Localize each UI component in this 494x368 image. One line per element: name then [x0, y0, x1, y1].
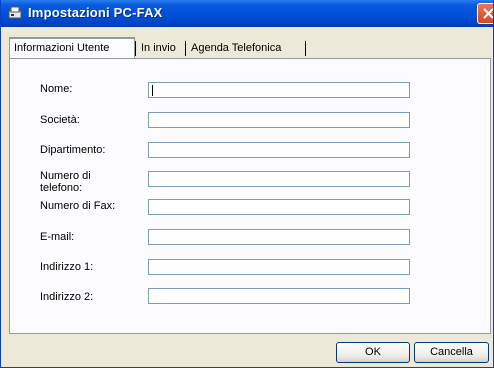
- numero-fax-field[interactable]: [148, 199, 410, 215]
- numero-telefono-field[interactable]: [148, 171, 410, 187]
- indirizzo2-label: Indirizzo 2:: [40, 291, 94, 303]
- dipartimento-label: Dipartimento:: [40, 144, 106, 156]
- text-caret: [152, 85, 153, 96]
- societa-field[interactable]: [148, 112, 410, 128]
- close-button[interactable]: [477, 3, 493, 24]
- tab-agenda-telefonica[interactable]: Agenda Telefonica: [187, 39, 305, 58]
- close-icon: [483, 8, 493, 19]
- dipartimento-field[interactable]: [148, 142, 410, 158]
- email-label: E-mail:: [40, 231, 75, 243]
- tab-label: Agenda Telefonica: [191, 42, 282, 54]
- tab-panel: Nome: Società: Dipartimento: Numero di t…: [9, 58, 491, 334]
- tab-label: In invio: [141, 42, 176, 54]
- numero-telefono-label: Numero di telefono:: [40, 170, 91, 194]
- tab-separator: [305, 41, 306, 56]
- tab-label: Informazioni Utente: [14, 42, 110, 54]
- dialog-window: Impostazioni PC-FAX Informazioni Utente …: [0, 0, 494, 368]
- indirizzo1-label: Indirizzo 1:: [40, 261, 94, 273]
- indirizzo1-field[interactable]: [148, 259, 410, 275]
- tab-informazioni-utente[interactable]: Informazioni Utente: [9, 37, 135, 58]
- fax-icon: [7, 5, 23, 21]
- nome-label: Nome:: [40, 83, 73, 95]
- societa-label: Società:: [40, 114, 80, 126]
- window-title: Impostazioni PC-FAX: [28, 5, 163, 20]
- numero-fax-label: Numero di Fax:: [40, 200, 116, 212]
- title-bar[interactable]: Impostazioni PC-FAX: [1, 0, 493, 27]
- nome-field[interactable]: [148, 82, 410, 98]
- cancel-button[interactable]: Cancella: [414, 342, 489, 363]
- tab-separator: [185, 41, 186, 56]
- indirizzo2-field[interactable]: [148, 288, 410, 304]
- email-field[interactable]: [148, 229, 410, 245]
- tab-in-invio[interactable]: In invio: [137, 39, 185, 58]
- tab-separator: [135, 41, 136, 56]
- ok-button[interactable]: OK: [336, 342, 410, 363]
